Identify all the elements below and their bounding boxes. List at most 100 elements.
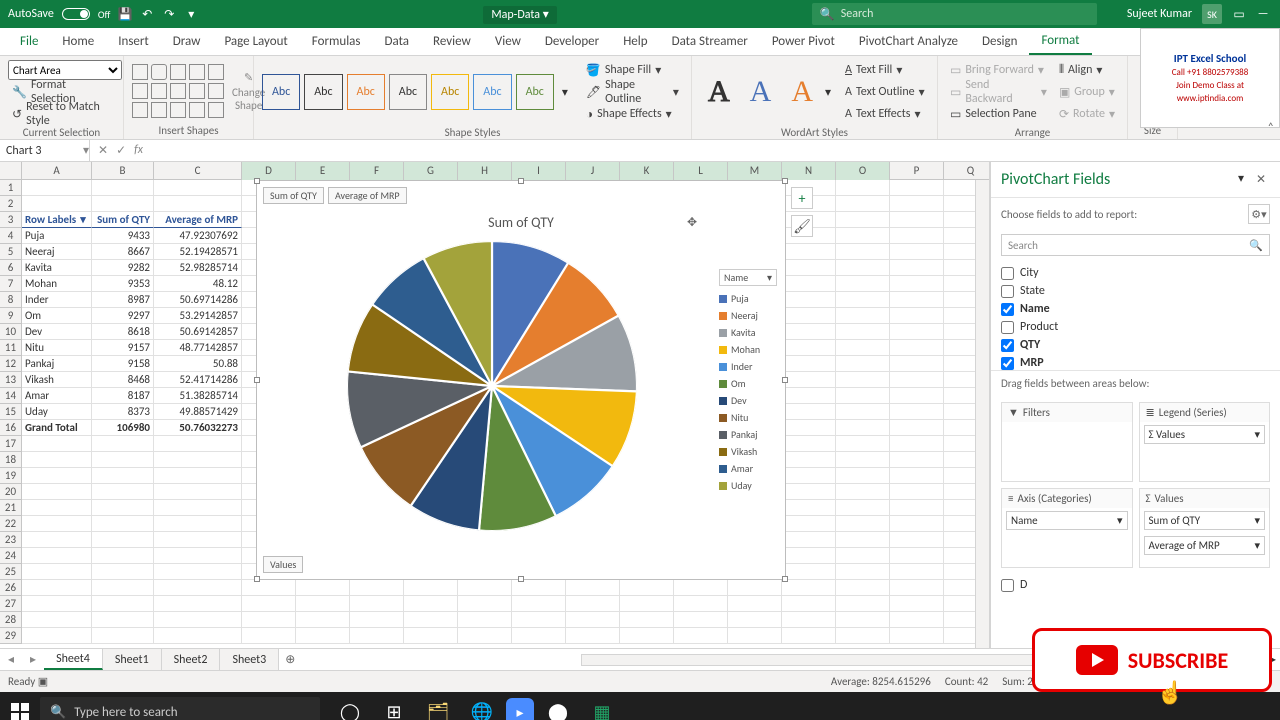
cell[interactable] bbox=[22, 612, 92, 628]
row-labels-dropdown[interactable]: ▾ bbox=[75, 212, 92, 228]
cell[interactable] bbox=[728, 596, 782, 612]
row-header[interactable]: 11 bbox=[0, 340, 21, 356]
cell[interactable] bbox=[92, 532, 154, 548]
cell[interactable]: 9158 bbox=[92, 356, 154, 372]
legend-item[interactable]: Inder bbox=[719, 358, 777, 375]
row-header[interactable]: 26 bbox=[0, 580, 21, 596]
col-header[interactable]: H bbox=[458, 162, 512, 180]
cell[interactable]: Grand Total bbox=[22, 420, 92, 436]
cell[interactable] bbox=[620, 596, 674, 612]
tab-pivotchart-analyze[interactable]: PivotChart Analyze bbox=[847, 28, 970, 55]
area-filters[interactable]: ▼ Filters bbox=[1001, 402, 1133, 482]
cell[interactable] bbox=[782, 388, 836, 404]
shape-style-5[interactable]: Abc bbox=[431, 74, 469, 110]
redo-icon[interactable]: ↷ bbox=[162, 7, 176, 21]
new-sheet-button[interactable]: ⊕ bbox=[279, 652, 301, 667]
legend-item[interactable]: Uday bbox=[719, 477, 777, 494]
row-header[interactable]: 10 bbox=[0, 324, 21, 340]
cell[interactable]: 106980 bbox=[92, 420, 154, 436]
legend-item-values[interactable]: Σ Values▾ bbox=[1144, 425, 1266, 444]
cell[interactable] bbox=[458, 596, 512, 612]
user-name[interactable]: Sujeet Kumar bbox=[1127, 7, 1192, 21]
sheet-tab-sheet2[interactable]: Sheet2 bbox=[162, 649, 221, 670]
tab-developer[interactable]: Developer bbox=[533, 28, 611, 55]
cell[interactable] bbox=[566, 628, 620, 644]
col-header[interactable]: D bbox=[242, 162, 296, 180]
cell[interactable] bbox=[92, 484, 154, 500]
cell[interactable]: Uday bbox=[22, 404, 92, 420]
row-header[interactable]: 24 bbox=[0, 548, 21, 564]
cell[interactable] bbox=[154, 500, 242, 516]
format-selection-button[interactable]: 🔧 Format Selection bbox=[8, 82, 115, 102]
sheet-tab-sheet4[interactable]: Sheet4 bbox=[44, 649, 103, 670]
cell[interactable] bbox=[92, 180, 154, 196]
cell[interactable] bbox=[350, 580, 404, 596]
cell[interactable] bbox=[890, 308, 944, 324]
cell[interactable] bbox=[890, 564, 944, 580]
tab-design[interactable]: Design bbox=[970, 28, 1029, 55]
cell[interactable] bbox=[620, 580, 674, 596]
cell[interactable] bbox=[890, 532, 944, 548]
legend-item[interactable]: Dev bbox=[719, 392, 777, 409]
cell[interactable] bbox=[836, 452, 890, 468]
chart-legend[interactable]: Name▾ PujaNeerajKavitaMohanInderOmDevNit… bbox=[719, 269, 777, 494]
cell[interactable]: Pankaj bbox=[22, 356, 92, 372]
cell[interactable] bbox=[836, 324, 890, 340]
cell[interactable] bbox=[92, 564, 154, 580]
cell[interactable] bbox=[836, 548, 890, 564]
cell[interactable] bbox=[836, 500, 890, 516]
cell[interactable] bbox=[782, 324, 836, 340]
cell[interactable] bbox=[782, 340, 836, 356]
cell[interactable] bbox=[350, 612, 404, 628]
cell[interactable] bbox=[620, 628, 674, 644]
cell[interactable] bbox=[242, 612, 296, 628]
cell[interactable] bbox=[890, 212, 944, 228]
cell[interactable]: 9353 bbox=[92, 276, 154, 292]
col-header[interactable]: B bbox=[92, 162, 154, 180]
cell[interactable] bbox=[22, 580, 92, 596]
pane-layout-button[interactable]: ⚙▾ bbox=[1248, 204, 1270, 224]
cell[interactable] bbox=[512, 612, 566, 628]
legend-header[interactable]: Name▾ bbox=[719, 269, 777, 286]
text-outline-button[interactable]: A Text Outline ▾ bbox=[841, 82, 929, 102]
cell[interactable] bbox=[890, 580, 944, 596]
cell[interactable]: 8667 bbox=[92, 244, 154, 260]
field-product[interactable]: Product bbox=[1001, 318, 1270, 336]
col-header[interactable]: N bbox=[782, 162, 836, 180]
cell[interactable] bbox=[890, 180, 944, 196]
row-header[interactable]: 4 bbox=[0, 228, 21, 244]
cell[interactable] bbox=[22, 564, 92, 580]
tab-view[interactable]: View bbox=[483, 28, 533, 55]
cell[interactable] bbox=[154, 436, 242, 452]
taskbar-chrome-icon[interactable]: 🌐 bbox=[462, 692, 502, 720]
cell[interactable] bbox=[512, 596, 566, 612]
cell[interactable] bbox=[782, 308, 836, 324]
tell-me-search[interactable]: 🔍 Search bbox=[812, 3, 1097, 25]
cell[interactable] bbox=[836, 196, 890, 212]
cell[interactable] bbox=[836, 596, 890, 612]
row-header[interactable]: 28 bbox=[0, 612, 21, 628]
cell[interactable] bbox=[836, 420, 890, 436]
wordart-1[interactable]: A bbox=[700, 75, 738, 109]
field-state[interactable]: State bbox=[1001, 282, 1270, 300]
cell[interactable] bbox=[782, 468, 836, 484]
cell[interactable] bbox=[890, 196, 944, 212]
cell[interactable] bbox=[22, 468, 92, 484]
col-header[interactable]: M bbox=[728, 162, 782, 180]
values-item-avgmrp[interactable]: Average of MRP▾ bbox=[1144, 536, 1266, 555]
cell[interactable]: 47.92307692 bbox=[154, 228, 242, 244]
cell[interactable]: Average of MRP bbox=[154, 212, 242, 228]
cell[interactable] bbox=[728, 580, 782, 596]
tab-file[interactable]: File bbox=[8, 28, 50, 55]
row-header[interactable]: 29 bbox=[0, 628, 21, 644]
cell[interactable] bbox=[890, 612, 944, 628]
text-effects-button[interactable]: A Text Effects ▾ bbox=[841, 104, 929, 124]
taskbar-explorer-icon[interactable]: 🗂 bbox=[418, 692, 458, 720]
cell[interactable] bbox=[92, 196, 154, 212]
cell[interactable]: 8373 bbox=[92, 404, 154, 420]
shape-style-4[interactable]: Abc bbox=[389, 74, 427, 110]
cell[interactable] bbox=[22, 532, 92, 548]
taskbar-excel-icon[interactable]: ▦ bbox=[582, 692, 622, 720]
cell[interactable]: 9157 bbox=[92, 340, 154, 356]
cell[interactable] bbox=[782, 356, 836, 372]
